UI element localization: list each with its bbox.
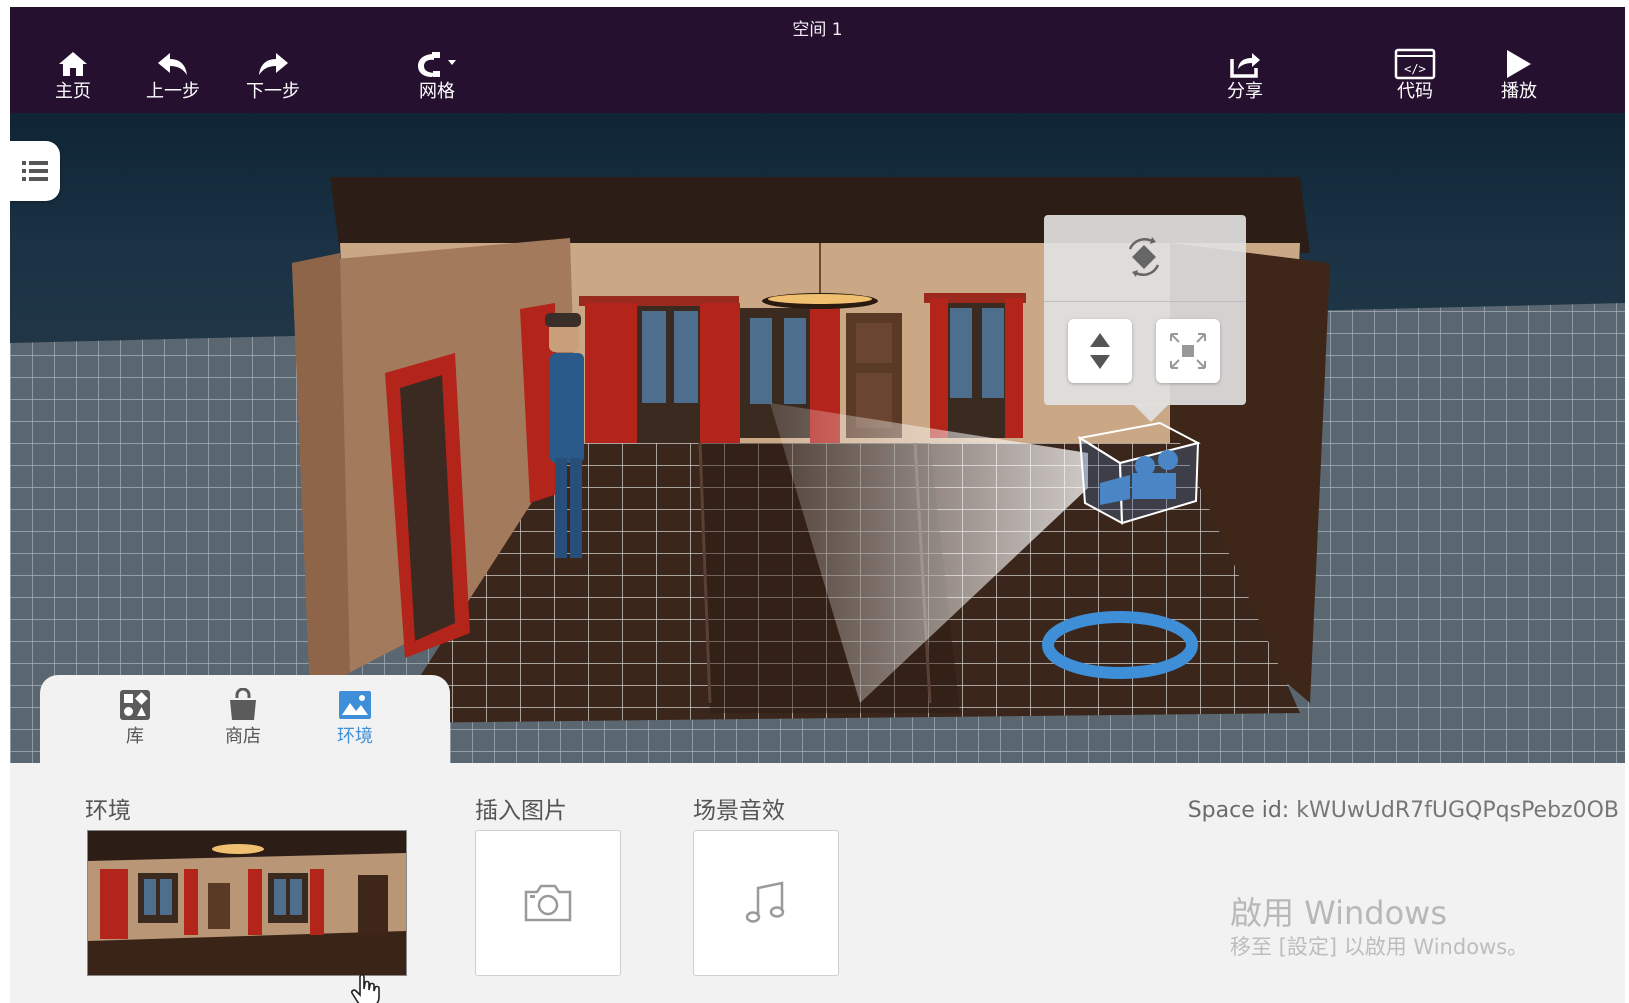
music-note-icon: [745, 881, 785, 923]
redo-arrow-icon: [228, 47, 318, 81]
space-id: Space id: kWUwUdR7fUGQPqsPebz0OB: [1188, 798, 1619, 823]
share-button[interactable]: 分享: [1200, 47, 1290, 113]
list-icon: [22, 161, 48, 181]
home-button[interactable]: 主页: [28, 47, 118, 113]
magnet-dropdown-icon: [392, 47, 482, 81]
play-button[interactable]: 播放: [1474, 47, 1564, 113]
scene-viewport[interactable]: [10, 113, 1625, 763]
space-id-label: Space id:: [1187, 798, 1290, 823]
rotate-button[interactable]: [1116, 231, 1172, 283]
space-title: 空间 1: [792, 20, 843, 40]
grid-label: 网格: [419, 81, 455, 102]
tab-library-label: 库: [126, 726, 144, 747]
popover-divider: [1044, 301, 1246, 302]
tab-environment[interactable]: 环境: [310, 685, 400, 757]
code-button[interactable]: </> 代码: [1370, 47, 1460, 113]
bottom-tab-bar: 库 商店 环境: [40, 675, 450, 763]
undo-button[interactable]: 上一步: [128, 47, 218, 113]
hand-pointer-cursor-icon: [350, 973, 382, 1003]
expand-fit-icon: [1170, 333, 1206, 369]
top-toolbar: 空间 1 主页 上一步 下一步 网格 分享 </> 代码 播放: [10, 7, 1625, 113]
home-label: 主页: [55, 81, 91, 102]
insert-image-section-title: 插入图片: [475, 798, 567, 824]
insert-image-button[interactable]: [475, 830, 621, 976]
tab-library[interactable]: 库: [90, 685, 180, 757]
tab-environment-label: 环境: [337, 726, 373, 747]
camera-controls-popover: [1044, 215, 1246, 405]
redo-label: 下一步: [246, 81, 300, 102]
library-icon: [90, 685, 180, 725]
play-label: 播放: [1501, 81, 1537, 102]
environment-panel: 环境 插入图片 场景音效 Space id: kWUwUdR7fUGQPqsPe…: [10, 763, 1625, 1003]
rotate-icon: [1128, 237, 1160, 277]
object-list-button[interactable]: [10, 141, 60, 201]
move-vertical-button[interactable]: [1068, 319, 1132, 383]
home-icon: [28, 47, 118, 81]
tab-shop-label: 商店: [225, 726, 261, 747]
environment-section-title: 环境: [85, 798, 131, 824]
environment-image-icon: [310, 685, 400, 725]
popover-tail: [1133, 404, 1169, 422]
code-label: 代码: [1397, 81, 1433, 102]
share-label: 分享: [1227, 81, 1263, 102]
activation-watermark-title: 啟用 Windows: [1230, 894, 1448, 932]
window-right: [924, 293, 1026, 438]
redo-button[interactable]: 下一步: [228, 47, 318, 113]
environment-thumbnail[interactable]: [87, 830, 407, 976]
3d-scene: [10, 177, 1625, 763]
app-window: 空间 1 主页 上一步 下一步 网格 分享 </> 代码 播放 库 商店 环境 …: [10, 7, 1625, 1003]
grid-snap-button[interactable]: 网格: [392, 47, 482, 113]
scene-sound-section-title: 场景音效: [693, 798, 785, 824]
shop-bag-icon: [198, 685, 288, 725]
svg-text:</>: </>: [1404, 62, 1426, 76]
up-down-arrows-icon: [1090, 333, 1110, 369]
undo-arrow-icon: [128, 47, 218, 81]
camera-icon: [524, 884, 572, 922]
play-icon: [1474, 47, 1564, 81]
tab-shop[interactable]: 商店: [198, 685, 288, 757]
share-icon: [1200, 47, 1290, 81]
window-left: [579, 296, 740, 443]
space-id-value: kWUwUdR7fUGQPqsPebz0OB: [1296, 798, 1619, 823]
fit-view-button[interactable]: [1156, 319, 1220, 383]
activation-watermark-subtitle: 移至 [設定] 以啟用 Windows。: [1230, 935, 1529, 959]
scene-sound-button[interactable]: [693, 830, 839, 976]
code-window-icon: </>: [1370, 47, 1460, 81]
undo-label: 上一步: [146, 81, 200, 102]
